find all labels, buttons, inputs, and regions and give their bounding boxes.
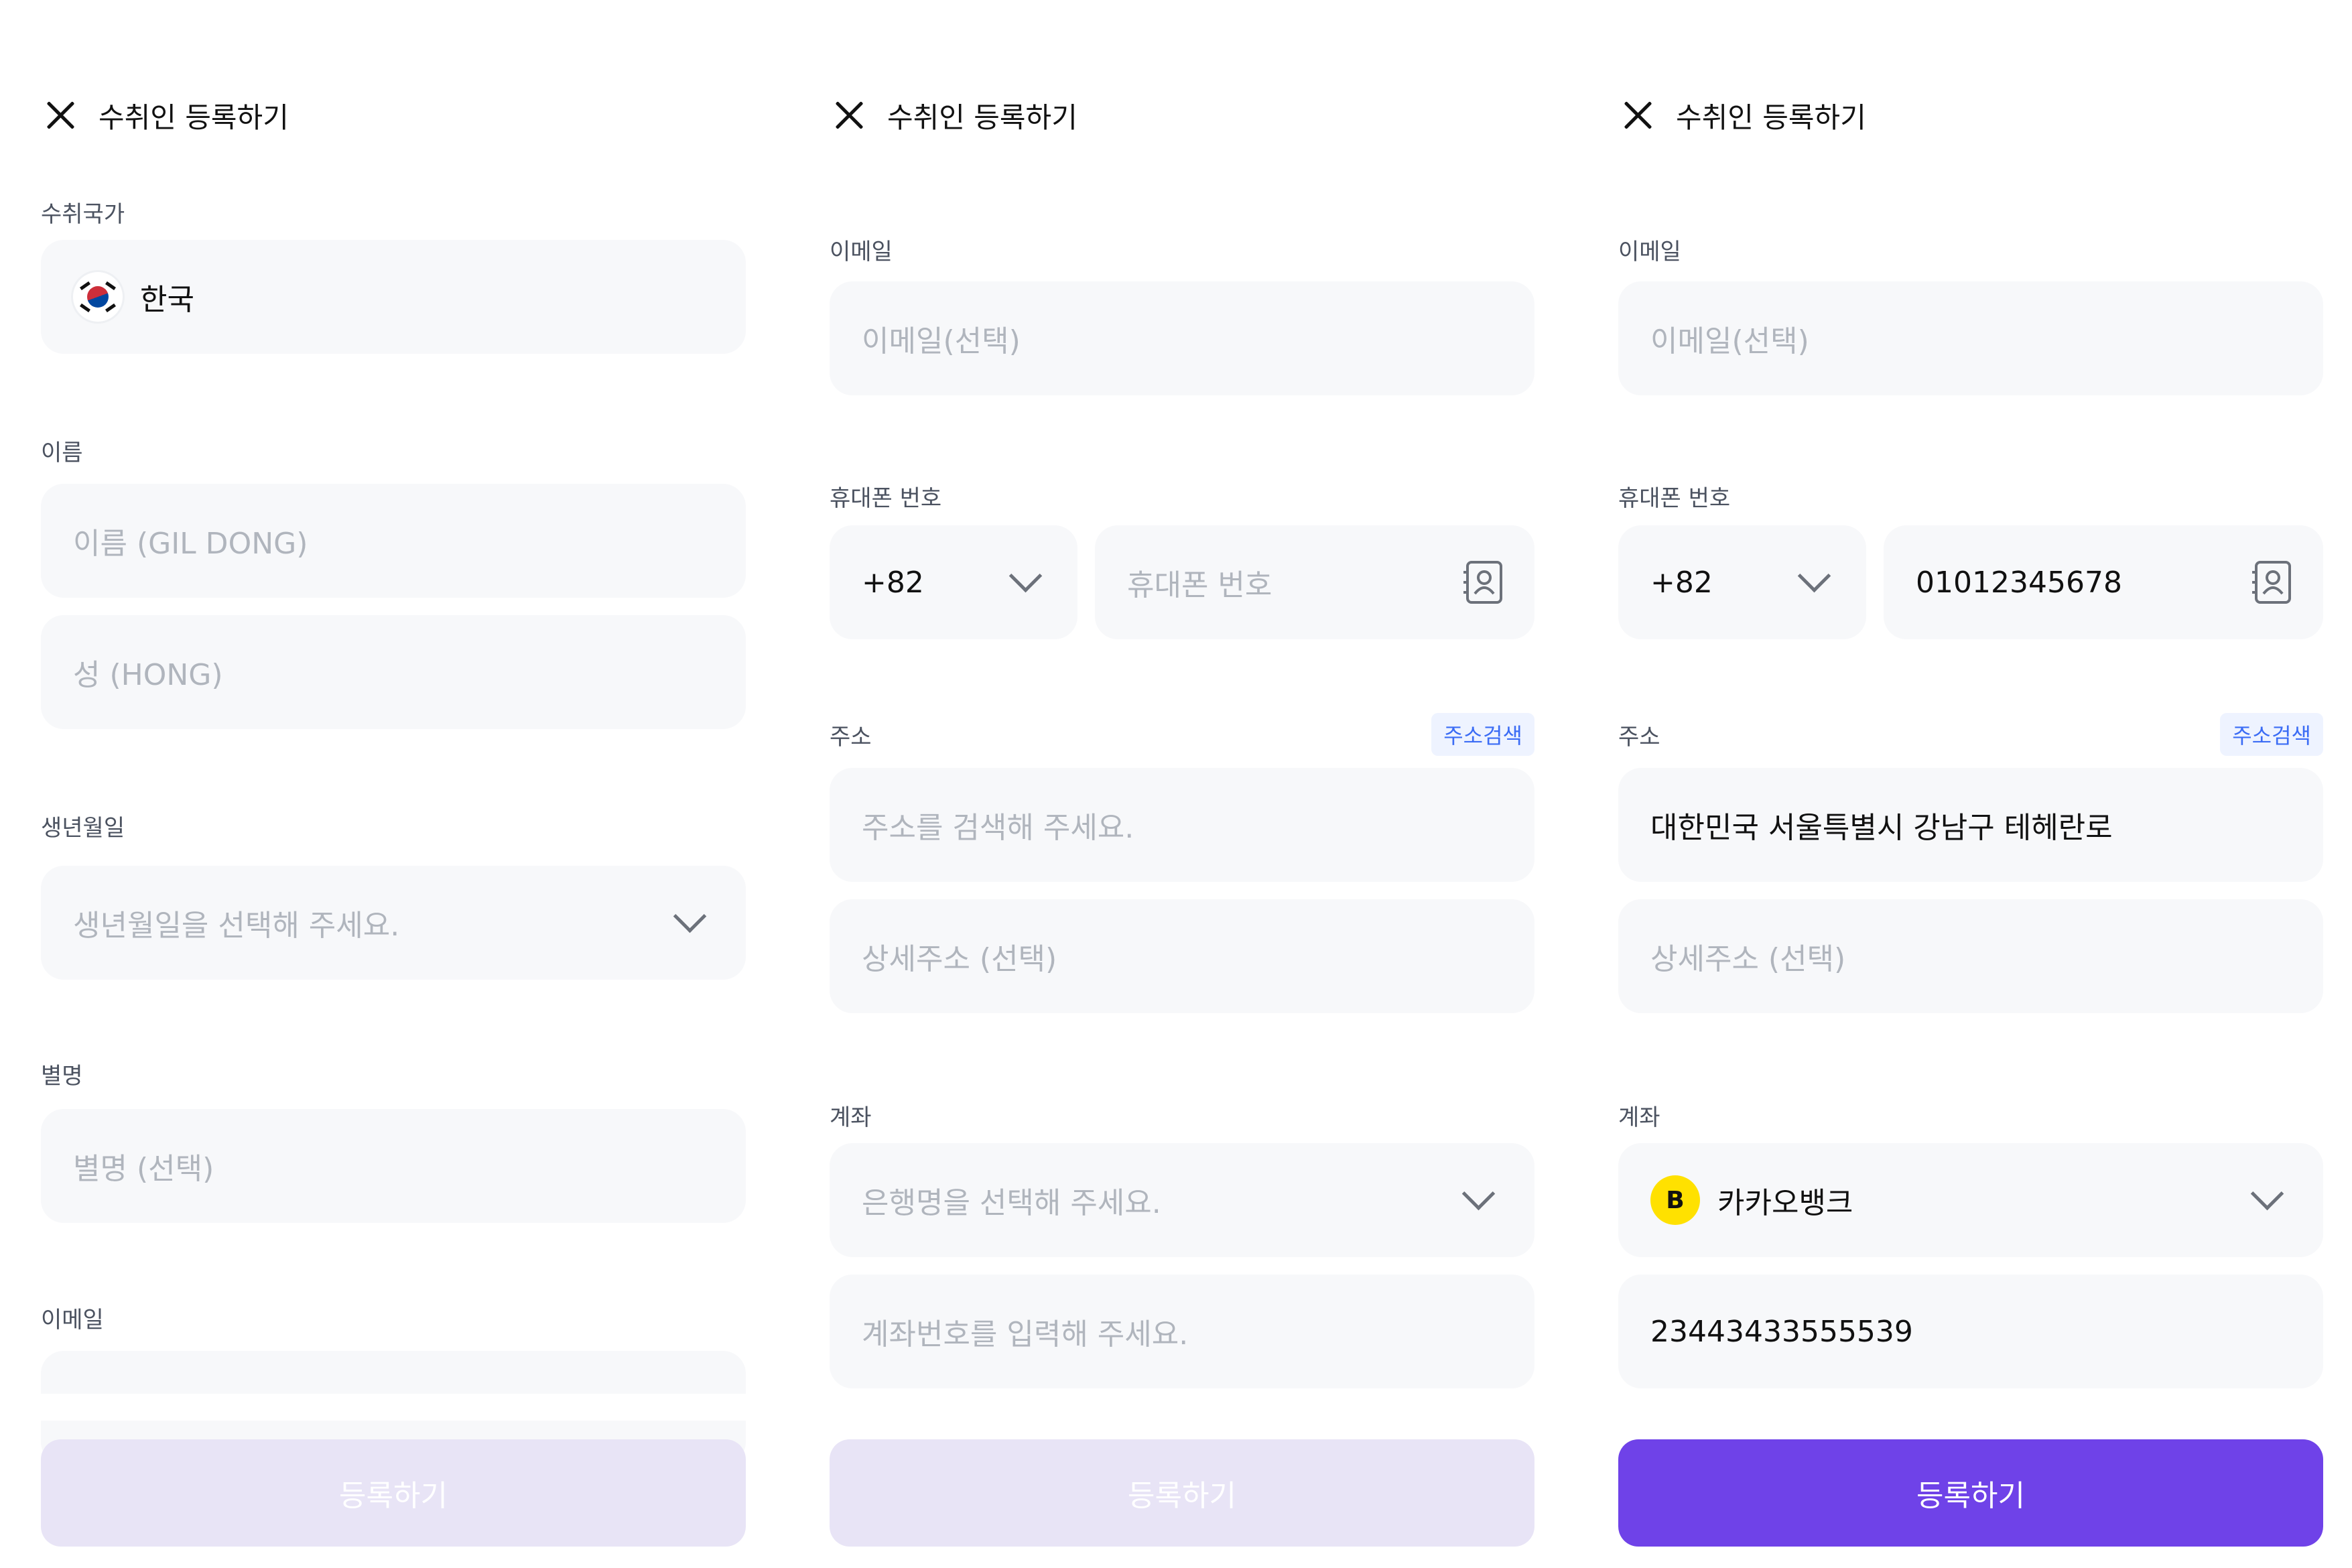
country-code-select[interactable]: +82 (830, 525, 1077, 639)
bank-select[interactable]: B 카카오뱅크 (1618, 1143, 2323, 1257)
chevron-down-icon (673, 899, 707, 933)
address-input[interactable]: 대한민국 서울특별시 강남구 테헤란로 (1618, 768, 2323, 882)
address-input[interactable]: 주소를 검색해 주세요. (830, 768, 1534, 882)
email-input[interactable]: 이메일(선택) (1618, 281, 2323, 395)
recipient-form-screen-2: 수취인 등록하기 이메일 이메일(선택) 휴대폰 번호 +82 휴대폰 번호 주… (830, 0, 1534, 1568)
phone-input[interactable]: 휴대폰 번호 (1095, 525, 1534, 639)
register-button[interactable]: 등록하기 (830, 1439, 1534, 1547)
email-input[interactable]: 이메일(선택) (830, 281, 1534, 395)
email-label: 이메일 (1618, 239, 1681, 265)
email-label: 이메일 (41, 1307, 104, 1333)
recipient-form-screen-1: 수취인 등록하기 수취국가 한국 이름 이름 (GIL DONG) 성 (HON… (41, 0, 746, 1568)
page-title: 수취인 등록하기 (887, 101, 1077, 134)
scroll-clip (41, 1394, 746, 1421)
bank-placeholder: 은행명을 선택해 주세요. (862, 1186, 1161, 1220)
bank-value: 카카오뱅크 (1717, 1186, 1853, 1220)
contact-book-icon[interactable] (2251, 560, 2292, 604)
address-label: 주소 (830, 724, 872, 750)
nickname-input[interactable]: 별명 (선택) (41, 1109, 746, 1223)
chevron-down-icon (1797, 559, 1831, 593)
address-detail-input[interactable]: 상세주소 (선택) (830, 899, 1534, 1013)
recipient-form-screen-3: 수취인 등록하기 이메일 이메일(선택) 휴대폰 번호 +82 01012345… (1618, 0, 2323, 1568)
header: 수취인 등록하기 (830, 88, 1077, 142)
country-code-value: +82 (1650, 565, 1713, 600)
birth-label: 생년월일 (41, 815, 125, 842)
phone-input[interactable]: 01012345678 (1884, 525, 2323, 639)
bank-select[interactable]: 은행명을 선택해 주세요. (830, 1143, 1534, 1257)
header: 수취인 등록하기 (41, 88, 289, 142)
korea-flag-icon (73, 272, 123, 322)
country-code-value: +82 (862, 565, 924, 600)
country-select[interactable]: 한국 (41, 240, 746, 354)
account-number-input[interactable]: 23443433555539 (1618, 1275, 2323, 1388)
close-icon[interactable] (1618, 96, 1657, 135)
address-label: 주소 (1618, 724, 1660, 750)
last-name-input[interactable]: 성 (HONG) (41, 615, 746, 729)
account-label: 계좌 (830, 1104, 872, 1131)
chevron-down-icon (2250, 1177, 2284, 1211)
address-search-button[interactable]: 주소검색 (2220, 713, 2323, 756)
email-label: 이메일 (830, 239, 893, 265)
address-search-button[interactable]: 주소검색 (1431, 713, 1534, 756)
name-label: 이름 (41, 440, 83, 466)
account-number-input[interactable]: 계좌번호를 입력해 주세요. (830, 1275, 1534, 1388)
phone-label: 휴대폰 번호 (830, 485, 942, 512)
country-value: 한국 (140, 283, 194, 317)
country-code-select[interactable]: +82 (1618, 525, 1866, 639)
close-icon[interactable] (41, 96, 80, 135)
nickname-label: 별명 (41, 1063, 83, 1090)
phone-label: 휴대폰 번호 (1618, 485, 1731, 512)
register-button[interactable]: 등록하기 (41, 1439, 746, 1547)
chevron-down-icon (1461, 1177, 1496, 1211)
birth-date-placeholder: 생년월일을 선택해 주세요. (73, 909, 400, 943)
kakaobank-logo-icon: B (1650, 1175, 1700, 1225)
page-title: 수취인 등록하기 (99, 101, 289, 134)
register-button[interactable]: 등록하기 (1618, 1439, 2323, 1547)
account-label: 계좌 (1618, 1104, 1660, 1131)
address-detail-input[interactable]: 상세주소 (선택) (1618, 899, 2323, 1013)
country-label: 수취국가 (41, 201, 125, 228)
phone-value: 01012345678 (1916, 565, 2122, 600)
page-title: 수취인 등록하기 (1676, 101, 1866, 134)
contact-book-icon[interactable] (1462, 560, 1504, 604)
chevron-down-icon (1008, 559, 1043, 593)
phone-placeholder: 휴대폰 번호 (1127, 568, 1272, 602)
close-icon[interactable] (830, 96, 868, 135)
birth-date-select[interactable]: 생년월일을 선택해 주세요. (41, 866, 746, 980)
first-name-input[interactable]: 이름 (GIL DONG) (41, 484, 746, 598)
header: 수취인 등록하기 (1618, 88, 1866, 142)
